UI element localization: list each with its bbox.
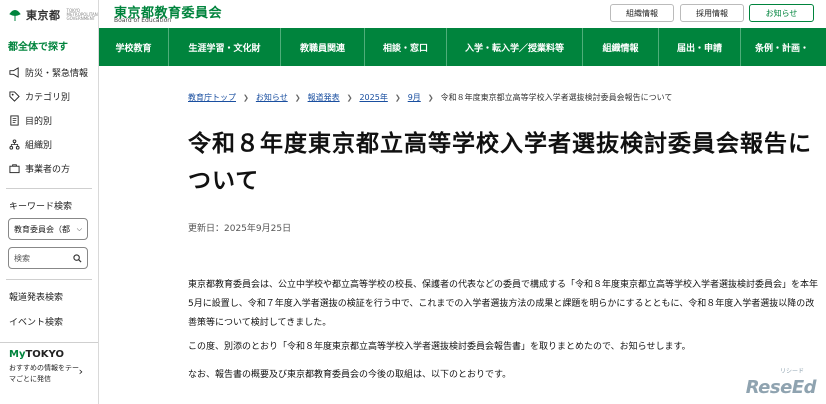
page-title: 令和８年度東京都立高等学校入学者選抜検討委員会報告について [188, 131, 812, 194]
breadcrumb: 教育庁トップ ❯ お知らせ ❯ 報道発表 ❯ 2025年 ❯ 9月 ❯ 令和８年… [188, 92, 672, 103]
updated-date: 更新日：2025年9月25日 [188, 224, 292, 234]
breadcrumb-link-month[interactable]: 9月 [408, 92, 421, 103]
logo-english: TOKYO METROPOLITAN GOVERNMENT [66, 8, 98, 21]
chevron-right-icon: ❯ [394, 93, 401, 102]
chevron-right-icon: ❯ [294, 93, 301, 102]
sidebar-item-label: 組織別 [25, 140, 53, 151]
site-header: 東京都教育委員会 Board of Education 組織情報 採用情報 お知… [99, 0, 826, 28]
breadcrumb-link-top[interactable]: 教育庁トップ [188, 92, 236, 103]
chevron-right-icon: › [78, 365, 83, 378]
sidebar-item-business[interactable]: 事業者の方 [0, 156, 98, 180]
sidebar-item-disaster[interactable]: 防災・緊急情報 [0, 60, 98, 84]
sidebar-item-organization[interactable]: 組織別 [0, 132, 98, 156]
sidebar-item-label: 目的別 [25, 116, 53, 127]
nav-item-applications[interactable]: 届出・申請 [659, 28, 741, 66]
org-info-button[interactable]: 組織情報 [610, 4, 674, 22]
sidebar-item-label: 防災・緊急情報 [25, 68, 89, 79]
nav-item-lifelong-learning[interactable]: 生涯学習・文化財 [169, 28, 281, 66]
news-button[interactable]: お知らせ [749, 4, 814, 22]
search-icon[interactable] [73, 253, 82, 263]
sidebar-divider [6, 279, 92, 280]
ginkgo-leaf-icon [9, 10, 21, 21]
search-input[interactable]: 検索 [8, 247, 88, 269]
nav-item-consultation[interactable]: 相談・窓口 [365, 28, 447, 66]
recruitment-button[interactable]: 採用情報 [680, 4, 744, 22]
sidebar-item-category[interactable]: カテゴリ別 [0, 84, 98, 108]
resed-watermark: リシード ReseEd [738, 368, 822, 402]
nav-item-regulations[interactable]: 条例・計画・ [741, 28, 826, 66]
search-all-heading: 都全体で探す [8, 42, 68, 53]
search-scope-select[interactable]: 教育委員会（都 ⌵ [8, 218, 88, 240]
chevron-right-icon: ❯ [346, 93, 353, 102]
breadcrumb-link-year[interactable]: 2025年 [359, 92, 387, 103]
watermark-text: ReseEd [745, 377, 817, 398]
logo-text: 東京都 [26, 9, 61, 22]
global-nav: 学校教育 生涯学習・文化財 教職員関連 相談・窓口 入学・転入学／授業料等 組織… [99, 28, 826, 66]
org-chart-icon [9, 138, 20, 150]
search-scope-value: 教育委員会（都 [14, 224, 70, 234]
article-paragraph: この度、別添のとおり「令和８年度東京都立高等学校入学者選抜検討委員会報告書」を取… [188, 342, 691, 352]
megaphone-icon [9, 66, 19, 78]
mytokyo-banner[interactable]: MyTOKYO おすすめの情報をテーマごとに発信 › [0, 342, 98, 404]
event-search-link[interactable]: イベント検索 [0, 309, 98, 334]
breadcrumb-current: 令和８年度東京都立高等学校入学者選抜検討委員会報告について [440, 93, 673, 102]
briefcase-icon [9, 163, 20, 173]
left-sidebar: 東京都 TOKYO METROPOLITAN GOVERNMENT 都全体で探す… [0, 0, 99, 404]
document-icon [10, 114, 19, 126]
mytokyo-logo: MyTOKYO [9, 349, 64, 360]
article-paragraph: 東京都教育委員会は、公立中学校や都立高等学校の校長、保護者の代表などの委員で構成… [188, 280, 819, 328]
main-content: 教育庁トップ ❯ お知らせ ❯ 報道発表 ❯ 2025年 ❯ 9月 ❯ 令和８年… [99, 66, 826, 404]
keyword-search-label: キーワード検索 [9, 202, 73, 212]
article-paragraph: なお、報告書の概要及び東京都教育委員会の今後の取組は、以下のとおりです。 [188, 370, 512, 380]
nav-item-staff[interactable]: 教職員関連 [281, 28, 365, 66]
tokyo-logo[interactable]: 東京都 TOKYO METROPOLITAN GOVERNMENT [0, 0, 98, 30]
press-release-search-link[interactable]: 報道発表検索 [0, 284, 98, 309]
chevron-down-icon: ⌵ [76, 224, 82, 233]
nav-item-organization[interactable]: 組織情報 [583, 28, 659, 66]
mytokyo-description: おすすめの情報をテーマごとに発信 [9, 364, 79, 383]
search-placeholder: 検索 [14, 253, 30, 263]
nav-item-school-education[interactable]: 学校教育 [99, 28, 169, 66]
chevron-right-icon: ❯ [243, 93, 249, 102]
sidebar-item-purpose[interactable]: 目的別 [0, 108, 98, 132]
sidebar-item-label: 事業者の方 [25, 164, 71, 175]
tag-icon [9, 90, 20, 102]
breadcrumb-link-press[interactable]: 報道発表 [308, 92, 340, 103]
nav-item-admission[interactable]: 入学・転入学／授業料等 [447, 28, 583, 66]
site-subtitle: Board of Education [114, 17, 172, 24]
sidebar-item-label: カテゴリ別 [25, 92, 71, 103]
breadcrumb-link-news[interactable]: お知らせ [256, 92, 288, 103]
chevron-right-icon: ❯ [427, 93, 434, 102]
watermark-small-text: リシード [779, 368, 804, 375]
